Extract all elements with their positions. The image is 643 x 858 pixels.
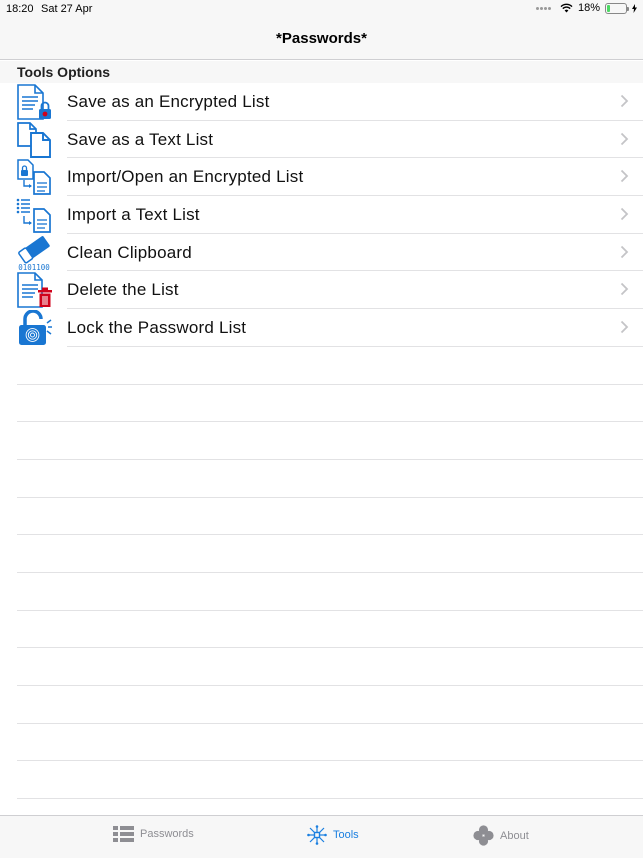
empty-row [17, 611, 643, 649]
chevron-right-icon [620, 170, 629, 183]
empty-row [17, 535, 643, 573]
empty-row [17, 573, 643, 611]
list-item-label: Save as a Text List [67, 129, 214, 149]
chevron-right-icon [620, 207, 629, 221]
empty-row [17, 761, 643, 800]
empty-row [17, 385, 643, 423]
list-item-label: Import a Text List [67, 205, 200, 225]
empty-row [17, 648, 643, 686]
status-indicators: 18% [535, 2, 637, 14]
import-text-icon [16, 198, 51, 233]
tools-network-icon [307, 825, 327, 845]
charging-icon [632, 3, 637, 13]
list-item-label: Import/Open an Encrypted List [67, 167, 304, 187]
section-header: Tools Options [0, 61, 643, 83]
tab-label: Tools [333, 829, 359, 841]
list-item-lock-list[interactable]: Lock the Password List [19, 309, 643, 347]
empty-row [17, 422, 643, 460]
fingerprint-lock-icon [19, 310, 52, 346]
list-item-save-text[interactable]: Save as a Text List [17, 121, 643, 159]
chevron-right-icon [620, 320, 629, 334]
status-date: Sat 27 Apr [41, 3, 93, 15]
status-time: 18:20 [6, 3, 34, 15]
chevron-right-icon [620, 94, 629, 108]
tab-label: Passwords [140, 828, 194, 840]
eraser-binary-icon: 0101100 [18, 235, 50, 271]
chevron-right-icon [620, 132, 629, 145]
wifi-icon [560, 3, 573, 13]
empty-row [17, 686, 643, 724]
tab-bar: Passwords Tools About [0, 815, 643, 858]
list-item-import-text[interactable]: Import a Text List [16, 196, 643, 234]
tab-label: About [500, 829, 529, 842]
section-title: Tools Options [17, 64, 111, 80]
list-icon [113, 826, 134, 842]
page-title: *Passwords* [276, 30, 367, 47]
battery-percent: 18% [577, 2, 600, 14]
empty-row [17, 347, 643, 385]
binary-text: 0101100 [18, 263, 50, 271]
delete-document-icon [17, 272, 52, 309]
list-item-import-encrypted[interactable]: Import/Open an Encrypted List [17, 158, 643, 197]
import-encrypted-icon [17, 159, 51, 196]
copy-documents-icon [17, 121, 51, 158]
list-item-label: Delete the List [67, 280, 179, 300]
list-item-label: Save as an Encrypted List [67, 92, 270, 111]
list-item-clean-clipboard[interactable]: 0101100 Clean Clipboard [18, 234, 643, 272]
battery-icon [605, 2, 629, 14]
navigation-bar: *Passwords* [0, 20, 643, 60]
list-item-delete-list[interactable]: Delete the List [17, 271, 643, 310]
tab-tools[interactable]: Tools [307, 825, 359, 845]
signal-dots-icon [535, 6, 551, 10]
list-item-label: Clean Clipboard [67, 242, 192, 262]
status-bar: 18:20 Sat 27 Apr 18% [0, 0, 643, 20]
empty-row [17, 498, 643, 536]
tools-list: Save as an Encrypted List Save as a Text… [0, 83, 643, 800]
encrypted-document-icon [17, 84, 51, 120]
list-item-label: Lock the Password List [67, 318, 247, 338]
tab-about[interactable]: About [473, 825, 529, 846]
empty-row [17, 460, 643, 498]
chevron-right-icon [620, 283, 629, 296]
empty-row [17, 724, 643, 762]
tab-passwords[interactable]: Passwords [113, 825, 194, 843]
list-item-save-encrypted[interactable]: Save as an Encrypted List [17, 83, 643, 121]
chevron-right-icon [620, 245, 629, 258]
clover-icon [473, 825, 494, 846]
